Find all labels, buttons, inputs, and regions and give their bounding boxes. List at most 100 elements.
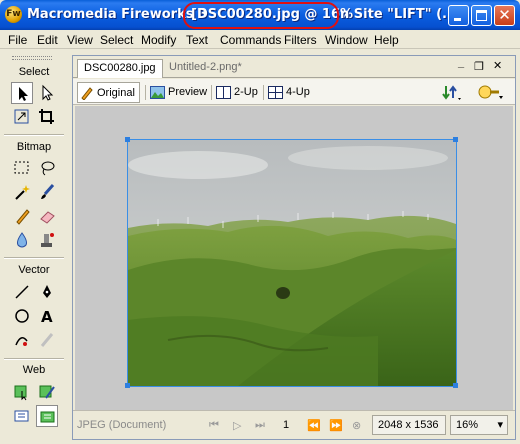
tools-header-web: Web <box>22 364 46 376</box>
menu-modify[interactable]: Modify <box>141 33 176 47</box>
line-icon <box>15 285 29 299</box>
frame-number: 1 <box>283 419 290 431</box>
blur-tool[interactable] <box>11 229 33 251</box>
fireworks-logo-icon[interactable]: Fw <box>5 6 22 23</box>
menu-view[interactable]: View <box>67 33 93 47</box>
image-dimensions[interactable]: 2048 x 1536 <box>372 415 446 435</box>
pen-tool[interactable] <box>36 281 58 303</box>
four-up-icon <box>268 85 283 99</box>
tools-divider <box>4 257 64 259</box>
two-up-icon <box>216 85 231 99</box>
menu-select[interactable]: Select <box>100 33 133 47</box>
blur-icon <box>17 232 27 248</box>
resize-handle[interactable] <box>125 137 130 142</box>
maximize-button[interactable] <box>471 5 492 26</box>
export-icon[interactable] <box>442 84 462 101</box>
next-frame-icon[interactable]: ⏩ <box>329 419 343 432</box>
rubber-stamp-tool[interactable] <box>36 229 58 251</box>
pencil-tool[interactable] <box>11 205 33 227</box>
hotspot-icon <box>14 385 27 401</box>
eraser-tool[interactable] <box>36 205 58 227</box>
image-dimensions-text: 2048 x 1536 <box>378 419 439 431</box>
restore-doc-icon[interactable]: ❐ <box>474 60 484 73</box>
slice-tool[interactable] <box>36 381 58 403</box>
title-app-name: Macromedia Fireworks 8 <box>27 7 208 22</box>
resize-handle[interactable] <box>453 137 458 142</box>
lasso-tool[interactable] <box>36 157 58 179</box>
ellipse-icon <box>15 309 29 323</box>
brush-tool[interactable] <box>36 181 58 203</box>
ellipse-tool[interactable] <box>11 305 33 327</box>
minimize-doc-icon[interactable]: _ <box>458 57 464 69</box>
two-up-view-button[interactable]: 2-Up <box>214 82 262 103</box>
zoom-value: 16% <box>456 419 479 431</box>
close-button[interactable]: ✕ <box>494 5 515 26</box>
tab-dsc00280[interactable]: DSC00280.jpg <box>77 59 163 78</box>
tools-divider <box>4 134 64 136</box>
knife-tool[interactable] <box>36 329 58 351</box>
menu-file[interactable]: File <box>8 33 27 47</box>
last-frame-icon[interactable]: ⏭ <box>255 419 265 432</box>
view-separator <box>145 85 146 100</box>
document-tab-bar: DSC00280.jpg Untitled-2.png* _ ❐ ✕ <box>73 56 515 78</box>
first-frame-icon[interactable]: ⏮ <box>209 419 219 432</box>
rubber-stamp-icon <box>41 233 54 247</box>
canvas-image[interactable] <box>125 137 458 388</box>
svg-text:A: A <box>41 308 53 325</box>
preview-view-button[interactable]: Preview <box>148 82 211 103</box>
view-separator <box>211 85 212 100</box>
scale-tool[interactable] <box>11 106 33 128</box>
annotation-highlight <box>183 2 339 29</box>
marquee-icon <box>14 161 29 174</box>
marquee-tool[interactable] <box>11 157 33 179</box>
crop-tool[interactable] <box>36 106 58 128</box>
magic-wand-icon <box>15 185 30 200</box>
pen-icon <box>43 285 51 298</box>
freeform-icon <box>15 337 28 346</box>
magic-wand-tool[interactable] <box>11 181 33 203</box>
tools-header-select: Select <box>18 66 50 78</box>
tools-grip[interactable] <box>12 56 52 60</box>
play-icon[interactable]: ▷ <box>233 419 241 432</box>
eraser-icon <box>40 211 55 224</box>
resize-handle[interactable] <box>453 383 458 388</box>
stop-icon[interactable]: ⊗ <box>352 419 361 432</box>
pointer-tool[interactable] <box>11 82 33 104</box>
canvas-area[interactable] <box>75 106 513 410</box>
four-up-view-label: 4-Up <box>286 86 310 98</box>
show-slices-tool[interactable] <box>36 405 58 427</box>
menu-help[interactable]: Help <box>374 33 399 47</box>
landscape-photo <box>128 140 456 386</box>
original-view-label: Original <box>97 87 135 99</box>
menu-filters[interactable]: Filters <box>284 33 317 47</box>
close-doc-icon[interactable]: ✕ <box>493 59 502 72</box>
hide-slices-tool[interactable] <box>11 405 33 427</box>
original-view-button[interactable]: Original <box>77 82 140 103</box>
subselect-tool[interactable] <box>36 82 58 104</box>
quick-export-icon[interactable] <box>477 84 505 101</box>
previous-frame-icon[interactable]: ⏪ <box>307 419 321 432</box>
preview-view-label: Preview <box>168 86 208 98</box>
tools-divider <box>4 358 64 360</box>
tab-untitled-2[interactable]: Untitled-2.png* <box>163 59 248 78</box>
file-type-label: JPEG (Document) <box>77 419 167 431</box>
title-site: n Site "LIFT" (... <box>340 7 457 22</box>
title-bar[interactable]: Fw Macromedia Fireworks 8 [DSC00280.jpg … <box>0 0 520 30</box>
document-window: DSC00280.jpg Untitled-2.png* _ ❐ ✕ Origi… <box>72 55 516 440</box>
resize-handle[interactable] <box>125 383 130 388</box>
four-up-view-button[interactable]: 4-Up <box>266 82 314 103</box>
freeform-tool[interactable] <box>11 329 33 351</box>
minimize-button[interactable] <box>448 5 469 26</box>
line-tool[interactable] <box>11 281 33 303</box>
hotspot-tool[interactable] <box>11 381 33 403</box>
pencil-icon <box>81 87 93 101</box>
text-tool[interactable]: A <box>36 305 58 327</box>
menu-commands[interactable]: Commands <box>220 33 281 47</box>
zoom-select[interactable]: 16% ▾ <box>450 415 508 435</box>
menu-text[interactable]: Text <box>186 33 208 47</box>
slice-icon <box>39 385 55 399</box>
text-icon: A <box>41 308 53 325</box>
menu-window[interactable]: Window <box>325 33 368 47</box>
menu-edit[interactable]: Edit <box>37 33 58 47</box>
view-separator <box>263 85 264 100</box>
